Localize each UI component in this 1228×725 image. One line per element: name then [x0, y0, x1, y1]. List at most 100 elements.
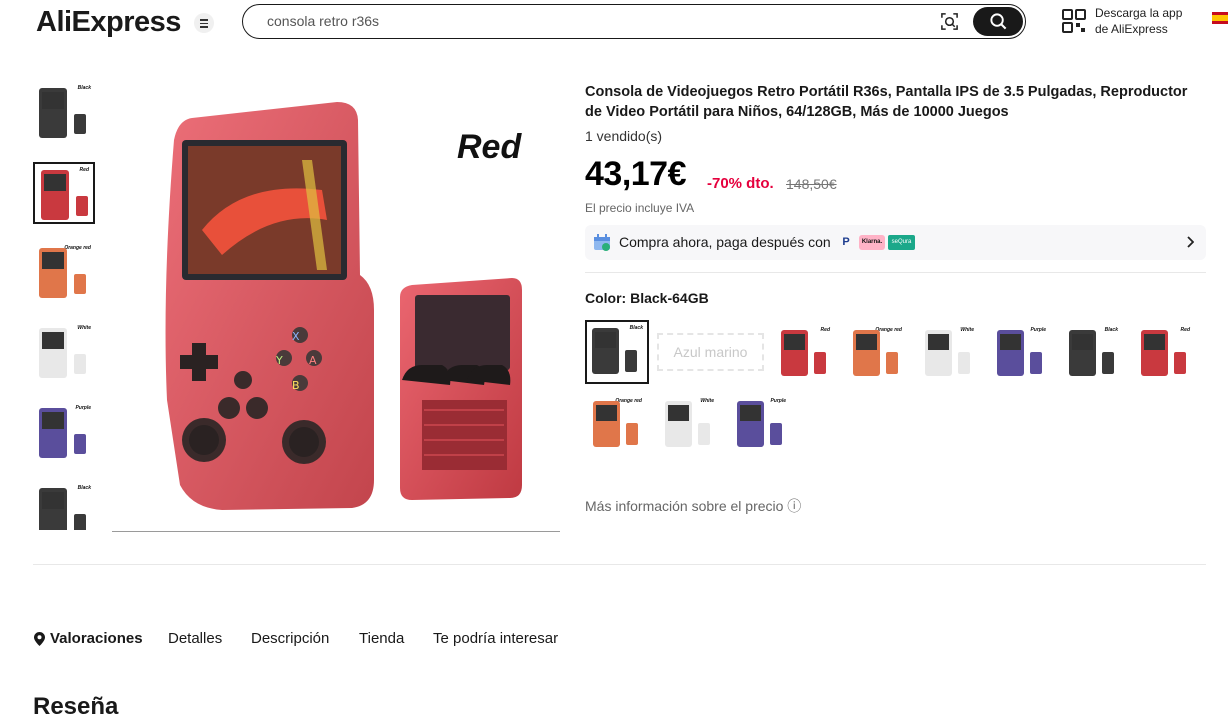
- swatch-label: Black: [1104, 327, 1118, 333]
- console-back-image: [698, 423, 710, 445]
- discount-badge: -70% dto.: [707, 175, 774, 192]
- search-button[interactable]: [973, 7, 1023, 36]
- klarna-logo: Klarna.: [859, 235, 885, 250]
- thumbnail-label: Black: [77, 85, 91, 91]
- color-swatch-5[interactable]: Black: [1064, 324, 1122, 382]
- swatch-label: White: [960, 327, 974, 333]
- calendar-icon: [594, 234, 610, 251]
- aliexpress-logo[interactable]: AliExpress: [36, 6, 181, 39]
- console-image: [665, 401, 692, 447]
- console-back-image: [74, 274, 86, 294]
- svg-text:Y: Y: [275, 354, 283, 367]
- tab-detalles[interactable]: Detalles: [168, 630, 222, 647]
- reviews-heading: Reseña: [33, 693, 119, 720]
- color-swatch-1[interactable]: Red: [776, 324, 834, 382]
- search-input[interactable]: consola retro r36s: [267, 13, 379, 29]
- thumbnail-label: Black: [77, 485, 91, 491]
- main-product-image[interactable]: X Y A B Red: [112, 80, 560, 532]
- product-title: Consola de Videojuegos Retro Portátil R3…: [585, 84, 1188, 120]
- location-pin-icon: [34, 632, 45, 646]
- swatch-label: Purple: [770, 398, 786, 404]
- console-image: [593, 401, 620, 447]
- color-swatch-3[interactable]: White: [920, 324, 978, 382]
- console-image: [737, 401, 764, 447]
- color-swatch-2[interactable]: Orange red: [848, 324, 906, 382]
- thumbnail-2[interactable]: Orange red: [33, 242, 95, 304]
- image-variant-label: Red: [457, 128, 522, 166]
- more-price-info-link[interactable]: Más información sobre el precio ⓘ: [585, 496, 801, 516]
- console-image: [39, 408, 67, 458]
- chevron-right-icon: [1187, 236, 1194, 248]
- console-back-image: [74, 434, 86, 454]
- console-image: [39, 488, 67, 530]
- tab-valoraciones[interactable]: Valoraciones: [50, 630, 143, 647]
- console-back-image: [1174, 352, 1186, 374]
- tab-te-podria-interesar[interactable]: Te podría interesar: [433, 630, 558, 647]
- thumbnail-5[interactable]: Black: [33, 482, 95, 530]
- console-image: [39, 248, 67, 298]
- original-price: 148,50€: [786, 176, 837, 192]
- color-swatch-4[interactable]: Purple: [992, 324, 1050, 382]
- qr-code-icon[interactable]: [1062, 9, 1086, 33]
- console-back-image: [886, 352, 898, 374]
- divider: [585, 272, 1206, 273]
- console-back-image: [1030, 352, 1042, 374]
- console-image: [39, 328, 67, 378]
- thumbnail-0[interactable]: Black: [33, 82, 95, 144]
- console-image: [41, 170, 69, 220]
- swatch-label: White: [700, 398, 714, 404]
- current-price: 43,17€: [585, 155, 687, 193]
- console-image: [925, 330, 952, 376]
- image-search-icon[interactable]: [940, 12, 959, 31]
- bnpl-text: Compra ahora, paga después con: [619, 234, 831, 250]
- thumbnail-label: Orange red: [64, 245, 91, 251]
- swatch-label: Purple: [1030, 327, 1046, 333]
- tab-tienda[interactable]: Tienda: [359, 630, 404, 647]
- swatch-label: Red: [820, 327, 830, 333]
- sequra-logo: seQura: [888, 235, 915, 250]
- header: AliExpress consola retro r36s Descarga l…: [0, 0, 1228, 44]
- console-image: [1069, 330, 1096, 376]
- divider: [33, 564, 1206, 565]
- menu-icon[interactable]: [194, 13, 214, 33]
- console-back-image: [74, 514, 86, 530]
- console-image: [592, 328, 619, 374]
- console-back-image: [74, 354, 86, 374]
- thumbnail-label: White: [77, 325, 91, 331]
- color-swatch-6[interactable]: Red: [1136, 324, 1194, 382]
- console-back-image: [770, 423, 782, 445]
- console-back-image: [74, 114, 86, 134]
- swatch-label: Black: [629, 325, 643, 331]
- swatch-azul-marino[interactable]: Azul marino: [657, 333, 764, 371]
- spain-flag-icon[interactable]: [1212, 12, 1228, 24]
- console-back-image: [76, 196, 88, 216]
- color-swatch-7[interactable]: Orange red: [588, 395, 646, 453]
- console-back-image: [625, 350, 637, 372]
- thumbnail-label: Purple: [75, 405, 91, 411]
- console-back-image: [814, 352, 826, 374]
- thumbnail-4[interactable]: Purple: [33, 402, 95, 464]
- vat-note: El precio incluye IVA: [585, 201, 695, 215]
- color-swatch-8[interactable]: White: [660, 395, 718, 453]
- console-image: [781, 330, 808, 376]
- paypal-icon: P: [842, 236, 850, 248]
- swatch-label: Red: [1180, 327, 1190, 333]
- svg-text:B: B: [292, 379, 300, 392]
- svg-text:A: A: [309, 354, 317, 367]
- console-image: [997, 330, 1024, 376]
- console-image: [1141, 330, 1168, 376]
- search-bar[interactable]: consola retro r36s: [242, 4, 1026, 39]
- thumbnail-1[interactable]: Red: [33, 162, 95, 224]
- color-swatch-9[interactable]: Purple: [732, 395, 790, 453]
- tab-descripcion[interactable]: Descripción: [251, 630, 329, 647]
- buy-now-pay-later-banner[interactable]: Compra ahora, paga después con P Klarna.…: [585, 225, 1206, 260]
- download-app-link[interactable]: Descarga la app de AliExpress: [1095, 5, 1182, 37]
- console-back-image: [626, 423, 638, 445]
- color-swatch-0[interactable]: Black: [585, 320, 649, 384]
- console-back-image: [1102, 352, 1114, 374]
- thumbnail-3[interactable]: White: [33, 322, 95, 384]
- sold-count: 1 vendido(s): [585, 128, 663, 144]
- console-image: [853, 330, 880, 376]
- color-selection-label: Color: Black-64GB: [585, 290, 709, 306]
- search-icon: [990, 13, 1007, 30]
